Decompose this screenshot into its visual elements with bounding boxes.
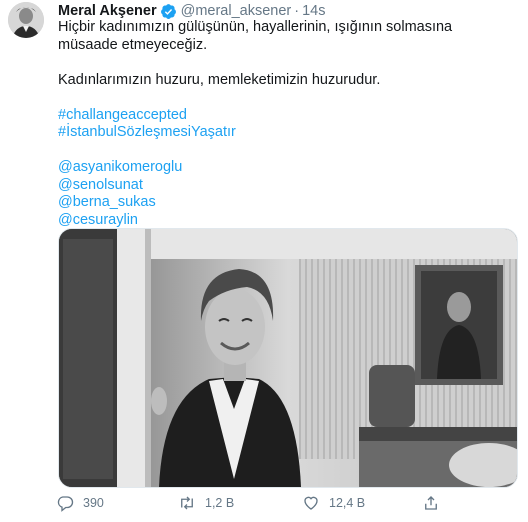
- like-button[interactable]: 12,4 B: [302, 494, 365, 512]
- tweet-text-line: Hiçbir kadınımızın gülüşünün, hayallerin…: [58, 19, 453, 53]
- retweet-icon: [181, 496, 193, 510]
- tweet[interactable]: Meral Akşener @meral_aksener · 14s Hiçbi…: [0, 0, 528, 522]
- mention-link[interactable]: @asyanikomeroglu: [58, 159, 508, 177]
- timestamp[interactable]: 14s: [302, 2, 325, 20]
- mention-link[interactable]: @cesuraylin: [58, 212, 508, 230]
- reply-count: 390: [83, 496, 104, 510]
- like-count: 12,4 B: [329, 496, 366, 510]
- mention-link[interactable]: @berna_sukas: [58, 194, 508, 212]
- tweet-photo[interactable]: [58, 228, 518, 488]
- reply-icon: [57, 496, 74, 512]
- mention-link[interactable]: @senolsunat: [58, 177, 508, 195]
- author-handle[interactable]: @meral_aksener: [181, 2, 292, 20]
- tweet-text-line: Kadınlarımızın huzuru, memleketimizin hu…: [58, 71, 381, 88]
- separator-dot: ·: [294, 3, 300, 19]
- verified-badge-icon: [160, 3, 177, 20]
- tweet-text: Hiçbir kadınımızın gülüşünün, hayallerin…: [58, 19, 508, 229]
- hashtag-link[interactable]: #challangeaccepted: [58, 107, 508, 125]
- share-button[interactable]: [422, 494, 440, 512]
- heart-icon: [304, 496, 318, 510]
- retweet-count: 1,2 B: [205, 496, 235, 510]
- retweet-button[interactable]: 1,2 B: [178, 494, 234, 512]
- share-icon: [425, 496, 437, 510]
- reply-button[interactable]: 390: [56, 494, 104, 512]
- tweet-header: Meral Akşener @meral_aksener · 14s: [58, 2, 325, 20]
- tweet-actions: 390 1,2 B 12,4 B: [56, 494, 476, 514]
- hashtag-link[interactable]: #İstanbulSözleşmesiYaşatır: [58, 124, 508, 142]
- author-name[interactable]: Meral Akşener: [58, 2, 157, 20]
- avatar[interactable]: [8, 2, 44, 38]
